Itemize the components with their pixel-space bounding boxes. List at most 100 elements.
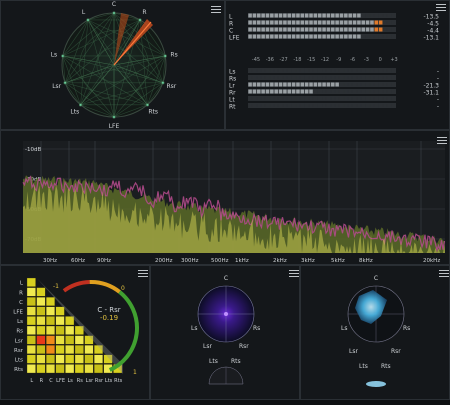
v2-label-rts: Rts (381, 363, 391, 370)
scope-label-ls: Ls (51, 51, 57, 58)
meter-label-lt: Lt (229, 97, 235, 104)
surround-scope-panel: L C R Ls Rs Lsr Rsr Lts Rts LFE (0, 0, 225, 130)
correlation-value: -0.19 (99, 314, 119, 322)
v2-label-top: C (374, 275, 378, 282)
meter-menu-icon[interactable] (436, 4, 446, 12)
spectrum-freq-label: 60Hz (71, 258, 85, 264)
vectorscope2-panel: C Ls Rs Lsr Rsr Lts Rts (300, 265, 450, 400)
spectrum-freq-label: 30Hz (43, 258, 57, 264)
vectorscope1-panel: C Ls Rs Lsr Rsr Lts Rts (150, 265, 300, 400)
spectrum-freq-label: 2kHz (273, 258, 287, 264)
correlation-matrix: LLRRCCLFELFELsLsRsRsLsrLsrRsrRsrLtsLtsRt… (13, 277, 139, 384)
correlation-panel: L L R R C C LFE LFE Ls Ls Rs Rs Lsr Lsr Rsr Rsr Lts Lts Rt… (0, 265, 150, 400)
meter-value-b-2: -21.3 (423, 83, 439, 90)
meter-scale-tick: -3 (364, 57, 369, 63)
meter-label-rr: Rr (229, 90, 236, 97)
spectrum-freq-label: 8kHz (359, 258, 373, 264)
meter-scale-tick: -15 (307, 57, 315, 63)
corr-row-label: Rsr (14, 348, 24, 354)
vectorscope1-menu-icon[interactable] (289, 270, 299, 278)
spectrum-db-label: -10dB (25, 147, 41, 153)
meter-value-b-4: - (437, 97, 439, 104)
meter-scale-tick: -36 (266, 57, 274, 63)
v1-label-top: C (224, 275, 228, 282)
level-meters: L -13.5R -4.5C -4.4LFE -13.1-45 -36 -27 -18 -15-… (229, 13, 439, 111)
v2-label-left: Ls (341, 325, 347, 332)
vectorscope2-menu-icon[interactable] (439, 270, 449, 278)
spectrum-freq-label: 5kHz (331, 258, 345, 264)
meter-value-b-0: - (437, 69, 439, 76)
meter-scale-tick: -12 (321, 57, 329, 63)
corr-scale-mid: 0 (121, 285, 125, 292)
meter-value-a-0: -13.5 (423, 14, 439, 21)
meter-scale-tick: +3 (390, 57, 397, 63)
spectrum-freq-label: 500Hz (211, 258, 229, 264)
scope-label-lsr: Lsr (52, 83, 61, 90)
corr-row-label: Rs (16, 329, 23, 335)
spectrum-freq-label: 20kHz (423, 258, 440, 264)
corr-scale-min: -1 (53, 283, 59, 290)
corr-col-label: C (49, 378, 53, 384)
corr-scale-max: 1 (133, 369, 137, 376)
meter-value-a-2: -4.4 (427, 28, 439, 35)
corr-row-label: L (20, 281, 24, 287)
scope-label-r: R (142, 9, 146, 16)
scope-label-rts: Rts (148, 109, 158, 116)
meter-value-b-1: - (437, 76, 439, 83)
corr-col-label: Lts (105, 378, 113, 384)
correlation-pair: C - Rsr (97, 306, 121, 314)
meter-value-b-3: -31.1 (423, 90, 439, 97)
meter-label-lfe: LFE (229, 35, 240, 42)
meter-label-lr: Lr (229, 83, 235, 90)
correlation-menu-icon[interactable] (138, 270, 148, 278)
spectrum-menu-icon[interactable] (437, 137, 447, 145)
corr-row-label: Lsr (15, 338, 24, 344)
meter-scale-tick: -45 (252, 57, 260, 63)
corr-row-label: Lts (15, 358, 23, 364)
surround-menu-icon[interactable] (211, 6, 221, 14)
meter-scale-tick: -18 (293, 57, 301, 63)
v2-label-bl: Lsr (349, 348, 358, 355)
scope-label-l: L (82, 9, 86, 16)
spectrum-freq-label: 90Hz (97, 258, 111, 264)
vectorscope1: C Ls Rs Lsr Rsr Lts Rts (191, 275, 260, 385)
meter-label-r: R (229, 21, 233, 28)
scope-label-rsr: Rsr (166, 83, 176, 90)
scope-label-lfe: LFE (109, 123, 120, 130)
surround-scope: L C R Ls Rs Lsr Rsr Lts Rts LFE (51, 1, 178, 130)
corr-row-label: C (19, 300, 23, 306)
v1-label-right: Rs (253, 325, 260, 332)
meter-label-c: C (229, 28, 233, 35)
scope-label-rs: Rs (170, 51, 177, 58)
corr-col-label: Rsr (95, 378, 104, 384)
v2-label-right: Rs (403, 325, 410, 332)
corr-row-label: R (19, 290, 23, 296)
corr-col-label: L (30, 378, 33, 384)
meter-label-rs: Rs (229, 76, 236, 83)
corr-row-label: LFE (13, 310, 23, 316)
v1-label-bl: Lsr (203, 343, 212, 350)
corr-col-label: Lsr (86, 378, 94, 384)
spectrum-freq-label: 3kHz (301, 258, 315, 264)
corr-row-label: Rts (14, 367, 23, 373)
spectrum-analyzer: -10dB-30dB-50dB-70dB30Hz60Hz90Hz200Hz300… (22, 141, 446, 264)
meter-label-l: L (229, 14, 233, 21)
meter-scale-tick: -6 (350, 57, 355, 63)
corr-col-label: Rs (77, 378, 83, 384)
corr-col-label: LFE (56, 378, 65, 384)
v1-label-rts: Rts (231, 358, 241, 365)
scope-label-lts: Lts (70, 109, 79, 116)
meter-value-a-3: -13.1 (423, 35, 439, 42)
meter-label-rt: Rt (229, 104, 236, 111)
v1-label-left: Ls (191, 325, 197, 332)
v2-label-lts: Lts (359, 363, 368, 370)
level-meter-panel: L -13.5 R -4.5 C -4.4 LFE -13.1 -45 -36 -27 -18 -15-… (225, 0, 450, 130)
meter-label-ls: Ls (229, 69, 235, 76)
corr-row-label: Ls (17, 319, 23, 325)
corr-col-label: R (40, 378, 44, 384)
v1-label-br: Rsr (239, 343, 249, 350)
meter-scale-tick: -9 (336, 57, 341, 63)
spectrum-freq-label: 200Hz (155, 258, 173, 264)
vectorscope2: C Ls Rs Lsr Rsr Lts Rts (341, 275, 410, 387)
v2-label-br: Rsr (391, 348, 401, 355)
